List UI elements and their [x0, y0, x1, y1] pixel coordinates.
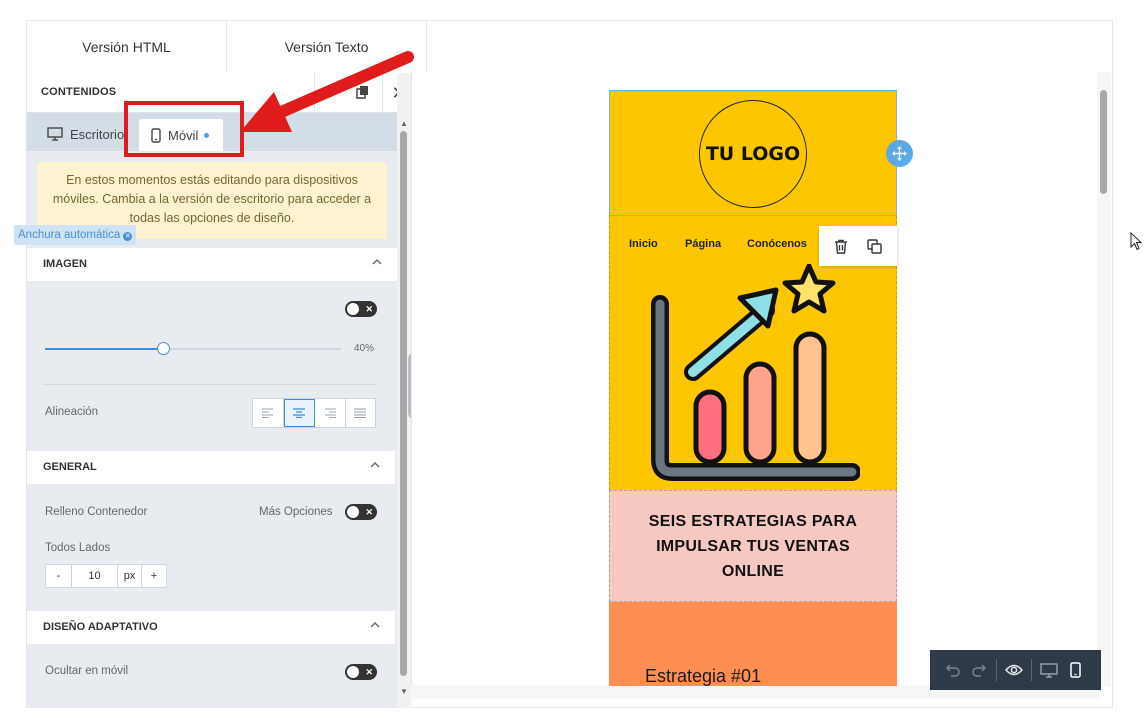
nav-item-inicio[interactable]: Inicio	[629, 238, 658, 250]
section-responsive-title: DISEÑO ADAPTATIVO	[43, 621, 158, 633]
width-slider-fill	[45, 348, 164, 350]
preview-button[interactable]	[1001, 657, 1027, 683]
email-preview: TU LOGO Inicio Página Conócenos SEIS EST…	[609, 90, 897, 686]
undo-button[interactable]	[940, 657, 966, 683]
strategy-block[interactable]: Estrategia #01	[609, 602, 897, 686]
alignment-buttons	[252, 398, 376, 428]
auto-width-label: Anchura automática	[18, 229, 121, 241]
canvas-toolbar	[930, 650, 1101, 690]
logo-placeholder: TU LOGO	[699, 100, 807, 208]
scroll-down-arrow-icon[interactable]: ▼	[400, 687, 408, 696]
toolbar-divider	[1031, 659, 1032, 681]
increment-button[interactable]: +	[142, 565, 166, 587]
undo-icon	[946, 664, 960, 677]
mouse-cursor-icon	[1130, 232, 1143, 251]
tab-desktop[interactable]: Escritorio	[47, 119, 124, 149]
section-imagen-title: IMAGEN	[43, 258, 87, 270]
chevron-up-icon[interactable]	[371, 256, 383, 268]
version-tabs: Versión HTML Versión Texto	[27, 21, 1114, 73]
padding-label: Relleno Contenedor	[45, 506, 148, 518]
nav-item-conocenos[interactable]: Conócenos	[747, 238, 807, 250]
section-general-title: GENERAL	[43, 461, 97, 473]
move-icon	[892, 146, 907, 161]
section-imagen-header[interactable]: IMAGEN	[27, 248, 397, 281]
section-responsive-header[interactable]: DISEÑO ADAPTATIVO	[27, 611, 395, 644]
hide-mobile-toggle[interactable]	[345, 664, 377, 680]
remove-chip-icon[interactable]: ✕	[123, 232, 133, 241]
width-slider[interactable]	[45, 342, 341, 355]
align-center-button[interactable]	[283, 399, 315, 427]
logo-block[interactable]: TU LOGO	[609, 90, 897, 216]
growth-chart-illustration	[651, 264, 860, 481]
padding-unit: px	[118, 565, 142, 587]
hide-mobile-label: Ocultar en móvil	[45, 665, 129, 677]
redo-icon	[972, 664, 986, 677]
toolbar-divider	[996, 659, 997, 681]
pointer-arrow-icon	[240, 51, 414, 132]
all-sides-label: Todos Lados	[45, 542, 111, 554]
move-block-handle[interactable]	[886, 140, 913, 167]
trash-icon[interactable]	[834, 239, 848, 254]
tab-desktop-label: Escritorio	[70, 126, 125, 142]
padding-stepper: - 10 px +	[45, 564, 167, 588]
canvas-scroll-thumb[interactable]	[1100, 90, 1107, 194]
width-slider-value: 40%	[354, 343, 375, 354]
highlight-box	[124, 101, 244, 157]
mobile-icon	[1069, 662, 1081, 678]
nav-item-pagina[interactable]: Página	[685, 238, 721, 250]
duplicate-icon[interactable]	[867, 238, 882, 254]
align-left-button[interactable]	[253, 399, 284, 427]
panel-scroll-thumb[interactable]	[400, 131, 407, 676]
auto-width-chip[interactable]: Anchura automática ✕	[14, 225, 137, 245]
align-justify-icon	[354, 408, 367, 418]
chevron-up-icon[interactable]	[369, 619, 381, 631]
decrement-button[interactable]: -	[46, 565, 72, 587]
headline-text: SEIS ESTRATEGIAS PARA IMPULSAR TUS VENTA…	[648, 512, 858, 580]
strategy-title: Estrategia #01	[645, 666, 762, 686]
chevron-up-icon[interactable]	[369, 459, 381, 471]
headline-block[interactable]: SEIS ESTRATEGIAS PARA IMPULSAR TUS VENTA…	[609, 490, 897, 602]
align-left-icon	[261, 408, 273, 418]
align-right-button[interactable]	[315, 399, 346, 427]
redo-button[interactable]	[966, 657, 992, 683]
mobile-view-button[interactable]	[1062, 657, 1088, 683]
align-right-icon	[324, 408, 336, 418]
monitor-icon	[1040, 662, 1058, 678]
desktop-view-button[interactable]	[1036, 657, 1062, 683]
eye-icon	[1005, 664, 1023, 676]
block-toolbar	[819, 226, 897, 266]
align-center-icon	[293, 408, 306, 418]
padding-value-input[interactable]: 10	[72, 565, 118, 587]
section-general-header[interactable]: GENERAL	[27, 451, 395, 484]
monitor-icon	[47, 127, 63, 141]
auto-width-toggle[interactable]	[345, 301, 377, 317]
more-options-label: Más Opciones	[259, 506, 333, 518]
tab-html-version[interactable]: Versión HTML	[27, 21, 227, 73]
canvas-scrollbar-vertical[interactable]	[1097, 72, 1111, 687]
divider	[43, 384, 377, 385]
align-justify-button[interactable]	[346, 399, 376, 427]
panel-title: CONTENIDOS	[41, 86, 117, 98]
more-options-toggle[interactable]	[345, 504, 377, 520]
alignment-label: Alineación	[45, 406, 99, 418]
